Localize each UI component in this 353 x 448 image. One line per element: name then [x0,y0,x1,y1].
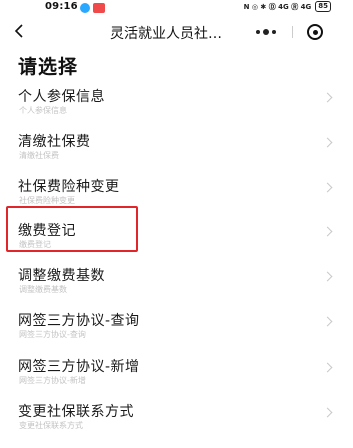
chevron-right-icon [322,362,333,373]
menu-item-personal-insurance-info[interactable]: 个人参保信息 个人参保信息 [0,86,353,130]
menu-item-subtitle: 网签三方协议-新增 [19,376,86,385]
chevron-right-icon [322,271,333,282]
chevron-right-icon [322,92,333,103]
chevron-right-icon [322,316,333,327]
nav-bar: 灵活就业人员社… [0,16,353,48]
more-dots-icon [256,30,260,34]
page-heading: 请选择 [18,56,79,78]
more-button[interactable] [244,21,288,43]
menu-item-subtitle: 网签三方协议-查询 [19,330,86,339]
menu-item-title: 缴费登记 [18,223,76,239]
menu-item-change-contact-info[interactable]: 变更社保联系方式 变更社保联系方式 [0,401,353,445]
menu-item-title: 个人参保信息 [18,89,105,105]
capsule-divider [292,26,293,38]
chevron-right-icon [322,226,333,237]
menu-item-title: 社保费险种变更 [18,179,120,195]
menu-item-insurance-type-change[interactable]: 社保费险种变更 社保费险种变更 [0,176,353,220]
back-arrow-icon [14,24,23,38]
notification-icon [93,3,105,13]
menu-item-title: 变更社保联系方式 [18,404,134,420]
menu-item-subtitle: 社保费险种变更 [19,196,75,205]
menu-item-subtitle: 个人参保信息 [19,106,67,115]
close-button[interactable] [297,21,333,43]
menu-item-title: 调整缴费基数 [18,268,105,284]
battery-icon: 85 [315,1,331,12]
menu-item-subtitle: 缴费登记 [19,240,51,249]
menu-item-title: 网签三方协议-查询 [18,313,140,329]
nav-title: 灵活就业人员社… [110,26,222,42]
chevron-right-icon [322,182,333,193]
signal-icons: N ◎ ✱ Ⓓ 4G Ⓡ 4G [243,2,312,11]
menu-item-tripartite-agreement-query[interactable]: 网签三方协议-查询 网签三方协议-查询 [0,310,353,354]
menu-item-payment-registration[interactable]: 缴费登记 缴费登记 [0,220,353,264]
status-indicators: N ◎ ✱ Ⓓ 4G Ⓡ 4G 85 [244,1,331,12]
menu-item-subtitle: 清缴社保费 [19,151,59,160]
target-close-icon [307,24,323,40]
status-bar: 09:16 N ◎ ✱ Ⓓ 4G Ⓡ 4G 85 [0,0,353,16]
menu-item-title: 网签三方协议-新增 [18,359,140,375]
menu-item-tripartite-agreement-new[interactable]: 网签三方协议-新增 网签三方协议-新增 [0,356,353,400]
chevron-right-icon [322,407,333,418]
menu-item-subtitle: 变更社保联系方式 [19,421,83,430]
menu-item-adjust-payment-base[interactable]: 调整缴费基数 调整缴费基数 [0,265,353,309]
chevron-right-icon [322,137,333,148]
app-icon [80,3,90,13]
mini-program-capsule [244,21,335,43]
menu-item-subtitle: 调整缴费基数 [19,285,67,294]
status-time: 09:16 [45,1,78,12]
menu-item-title: 清缴社保费 [18,134,91,150]
menu-item-clear-social-insurance-fee[interactable]: 清缴社保费 清缴社保费 [0,131,353,175]
back-button[interactable] [8,20,30,42]
